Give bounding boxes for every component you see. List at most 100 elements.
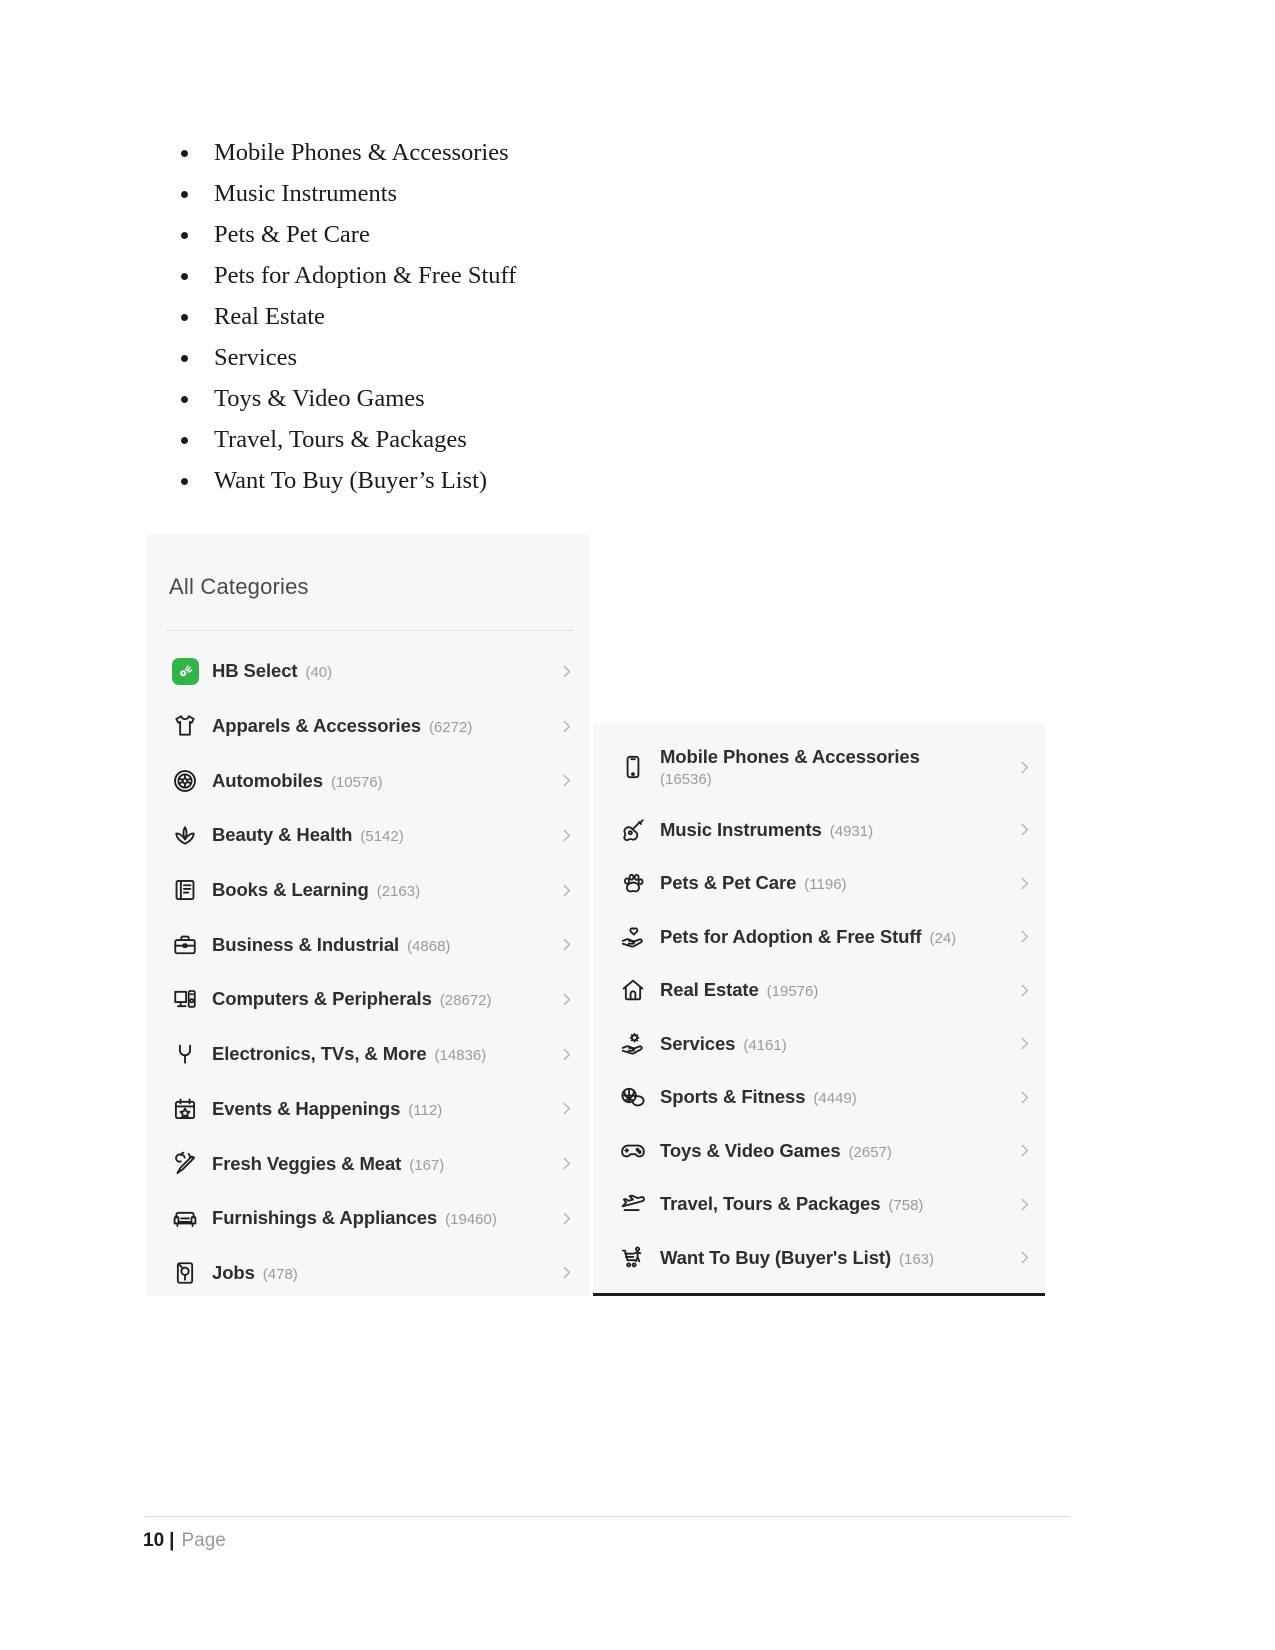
category-row[interactable]: Toys & Video Games (2657) xyxy=(593,1124,1045,1178)
category-label: Music Instruments xyxy=(660,818,822,840)
category-row[interactable]: Computers & Peripherals (28672) xyxy=(147,972,589,1027)
category-count: (19576) xyxy=(766,983,819,1001)
category-row[interactable]: Jobs (478) xyxy=(147,1246,589,1296)
category-label: Services xyxy=(660,1032,736,1054)
chevron-right-icon[interactable] xyxy=(1008,1142,1033,1159)
category-label: Fresh Veggies & Meat xyxy=(212,1152,402,1174)
chevron-right-icon[interactable] xyxy=(550,1155,575,1172)
category-label: Beauty & Health xyxy=(212,824,353,846)
category-row[interactable]: Music Instruments (4931) xyxy=(593,803,1045,857)
category-count: (167) xyxy=(409,1156,445,1174)
chevron-right-icon[interactable] xyxy=(1008,982,1033,999)
chevron-right-icon[interactable] xyxy=(550,882,575,899)
category-text: Fresh Veggies & Meat (167) xyxy=(212,1153,444,1175)
category-list-right: Mobile Phones & Accessories (16536) Music … xyxy=(593,731,1045,1285)
home-icon xyxy=(619,976,647,1004)
chevron-right-icon[interactable] xyxy=(550,936,575,953)
category-text: Want To Buy (Buyer's List) (163) xyxy=(660,1247,934,1269)
paw-icon xyxy=(619,869,647,897)
monitor-icon xyxy=(171,985,199,1013)
chevron-right-icon[interactable] xyxy=(550,1100,575,1117)
category-count: (10576) xyxy=(330,773,383,791)
chevron-right-icon[interactable] xyxy=(550,827,575,844)
category-count: (5142) xyxy=(360,828,404,846)
chevron-right-icon[interactable] xyxy=(550,772,575,789)
category-label: Sports & Fitness xyxy=(660,1086,806,1108)
category-label: Business & Industrial xyxy=(212,933,400,955)
category-row[interactable]: HB Select (40) xyxy=(147,644,589,699)
category-row[interactable]: Books & Learning (2163) xyxy=(147,863,589,918)
category-count: (4449) xyxy=(813,1090,857,1108)
all-categories-panel: All Categories HB Select (40) Apparels & A… xyxy=(147,534,589,1296)
category-label: Mobile Phones & Accessories xyxy=(660,746,920,767)
category-row[interactable]: Pets for Adoption & Free Stuff (24) xyxy=(593,910,1045,964)
category-count: (2657) xyxy=(848,1143,892,1161)
chevron-right-icon[interactable] xyxy=(1008,1249,1033,1266)
chevron-right-icon[interactable] xyxy=(1008,1196,1033,1213)
category-row[interactable]: Services (4161) xyxy=(593,1017,1045,1071)
category-text: Furnishings & Appliances (19460) xyxy=(212,1207,497,1229)
category-text: Electronics, TVs, & More (14836) xyxy=(212,1043,486,1065)
category-row[interactable]: Pets & Pet Care (1196) xyxy=(593,857,1045,911)
category-text: Business & Industrial (4868) xyxy=(212,934,450,956)
category-row[interactable]: Want To Buy (Buyer's List) (163) xyxy=(593,1231,1045,1285)
category-count: (40) xyxy=(305,664,333,682)
category-text: Services (4161) xyxy=(660,1033,787,1055)
footer-separator: | xyxy=(169,1530,175,1551)
mobile-phone-icon xyxy=(619,753,647,781)
category-label: Travel, Tours & Packages xyxy=(660,1193,881,1215)
chevron-right-icon[interactable] xyxy=(1008,875,1033,892)
page-footer: 10 | Page xyxy=(143,1530,226,1552)
chevron-right-icon[interactable] xyxy=(1008,1089,1033,1106)
chevron-right-icon[interactable] xyxy=(550,1046,575,1063)
category-row[interactable]: Real Estate (19576) xyxy=(593,964,1045,1018)
category-label: Pets & Pet Care xyxy=(660,872,797,894)
bullet-list-item: Toys & Video Games xyxy=(168,378,868,419)
category-row[interactable]: Electronics, TVs, & More (14836) xyxy=(147,1027,589,1082)
category-count: (16536) xyxy=(660,771,712,788)
category-row[interactable]: Events & Happenings (112) xyxy=(147,1082,589,1137)
category-text: Computers & Peripherals (28672) xyxy=(212,988,491,1010)
shopping-cart-person-icon xyxy=(619,1244,647,1272)
chevron-right-icon[interactable] xyxy=(550,1264,575,1281)
category-label: Jobs xyxy=(212,1261,255,1283)
chevron-right-icon[interactable] xyxy=(550,991,575,1008)
chevron-right-icon[interactable] xyxy=(1008,928,1033,945)
gamepad-icon xyxy=(619,1137,647,1165)
guitar-icon xyxy=(619,816,647,844)
sofa-icon xyxy=(171,1204,199,1232)
hb-select-icon xyxy=(171,657,199,685)
panel-divider xyxy=(167,630,575,631)
category-row[interactable]: Apparels & Accessories (6272) xyxy=(147,699,589,754)
category-text: HB Select (40) xyxy=(212,660,332,682)
category-row[interactable]: Furnishings & Appliances (19460) xyxy=(147,1191,589,1246)
category-bullet-list: Mobile Phones & Accessories Music Instrum… xyxy=(168,132,868,501)
category-row[interactable]: Beauty & Health (5142) xyxy=(147,808,589,863)
category-label: Apparels & Accessories xyxy=(212,715,421,737)
lotus-icon xyxy=(171,821,199,849)
category-count: (478) xyxy=(262,1265,298,1283)
chevron-right-icon[interactable] xyxy=(1008,759,1033,776)
category-label: Real Estate xyxy=(660,979,759,1001)
category-submenu-panel: Mobile Phones & Accessories (16536) Music … xyxy=(593,723,1045,1296)
category-row[interactable]: Travel, Tours & Packages (758) xyxy=(593,1178,1045,1232)
category-row[interactable]: Automobiles (10576) xyxy=(147,753,589,808)
category-label: Computers & Peripherals xyxy=(212,988,432,1010)
category-text: Automobiles (10576) xyxy=(212,770,383,792)
bullet-list-item: Real Estate xyxy=(168,296,868,337)
chevron-right-icon[interactable] xyxy=(550,718,575,735)
category-row[interactable]: Mobile Phones & Accessories (16536) xyxy=(593,731,1045,803)
chevron-right-icon[interactable] xyxy=(550,1210,575,1227)
category-text: Apparels & Accessories (6272) xyxy=(212,715,472,737)
category-count: (4931) xyxy=(829,822,874,840)
chevron-right-icon[interactable] xyxy=(1008,821,1033,838)
category-count: (14836) xyxy=(434,1047,487,1065)
chevron-right-icon[interactable] xyxy=(1008,1035,1033,1052)
category-row[interactable]: Business & Industrial (4868) xyxy=(147,917,589,972)
bullet-list-item: Pets for Adoption & Free Stuff xyxy=(168,255,868,296)
bullet-list-item: Travel, Tours & Packages xyxy=(168,419,868,460)
category-row[interactable]: Sports & Fitness (4449) xyxy=(593,1071,1045,1125)
chevron-right-icon[interactable] xyxy=(550,663,575,680)
category-row[interactable]: Fresh Veggies & Meat (167) xyxy=(147,1136,589,1191)
plug-icon xyxy=(171,1040,199,1068)
